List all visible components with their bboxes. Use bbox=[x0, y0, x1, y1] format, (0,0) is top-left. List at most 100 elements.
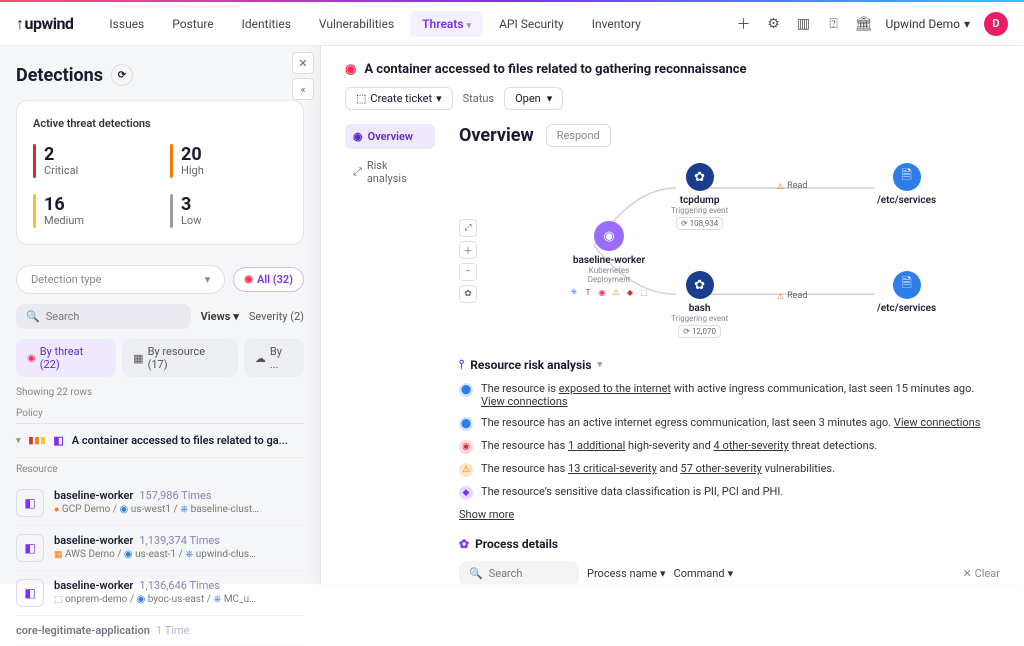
create-ticket-button[interactable]: ⬚Create ticket▾ bbox=[345, 87, 453, 110]
chevron-down-icon: ▾ bbox=[467, 21, 472, 31]
nav-threats[interactable]: Threats▾ bbox=[410, 11, 483, 37]
chart-icon: ⫯ bbox=[459, 357, 464, 372]
nav-vulnerabilities[interactable]: Vulnerabilities bbox=[307, 11, 406, 37]
onprem-icon: ⬚ bbox=[54, 595, 63, 605]
expand-icon[interactable]: ⤢ bbox=[459, 219, 477, 237]
resource-row[interactable]: ◧ baseline-worker157,986 Times ● GCP Dem… bbox=[16, 481, 304, 526]
nav-issues[interactable]: Issues bbox=[97, 11, 156, 37]
org-switcher[interactable]: Upwind Demo▾ bbox=[886, 17, 970, 31]
warning-icon: ⚠ bbox=[777, 292, 784, 301]
stat-medium[interactable]: 16Medium bbox=[33, 194, 150, 228]
edge-label: ⚠Read bbox=[777, 291, 807, 301]
table-header-resource: Resource bbox=[16, 458, 304, 481]
nav-inventory[interactable]: Inventory bbox=[580, 11, 653, 37]
all-filter-pill[interactable]: ◉All (32) bbox=[233, 267, 304, 292]
attack-graph[interactable]: ⤢ ＋ − ✿ ◉ baseline-worker Kubernetes Dep… bbox=[459, 159, 1000, 339]
graph-node-file[interactable]: 🗎 /etc/services bbox=[877, 271, 936, 314]
container-icon: ◧ bbox=[53, 434, 63, 447]
process-name-filter[interactable]: Process name ▾ bbox=[587, 567, 666, 580]
gcp-icon: ● bbox=[54, 505, 59, 515]
tab-by-resource[interactable]: ▦By resource (17) bbox=[122, 339, 238, 377]
cloud-icon: ☁ bbox=[255, 352, 266, 365]
process-section-heading: ✿Process details bbox=[459, 537, 1000, 551]
stat-high[interactable]: 20High bbox=[170, 144, 287, 178]
shield-icon: ◉ bbox=[244, 274, 253, 285]
graph-node-bash[interactable]: ✿ bash Triggering event ⟳ 12,070 bbox=[671, 271, 728, 338]
tab-by-threat[interactable]: ◉By threat (22) bbox=[16, 339, 116, 377]
resource-icon: ◧ bbox=[16, 534, 44, 562]
view-connections-link[interactable]: View connections bbox=[481, 395, 568, 408]
stat-low[interactable]: 3Low bbox=[170, 194, 287, 228]
zoom-out-icon[interactable]: − bbox=[459, 263, 477, 281]
detection-type-select[interactable]: Detection type▾ bbox=[16, 265, 225, 294]
resource-icon: ◧ bbox=[16, 489, 44, 517]
data-icon: ◆ bbox=[459, 486, 473, 500]
chevron-down-icon: ▾ bbox=[547, 92, 553, 105]
file-icon: 🗎 bbox=[893, 163, 921, 191]
tab-by-other[interactable]: ☁By ... bbox=[244, 339, 304, 377]
collapse-icon[interactable]: « bbox=[292, 78, 314, 100]
search-icon: 🔍 bbox=[469, 567, 483, 580]
layout-icon[interactable]: ▥ bbox=[796, 16, 812, 32]
user-avatar[interactable]: D bbox=[984, 12, 1008, 36]
settings-icon[interactable]: ✿ bbox=[459, 285, 477, 303]
show-more-link[interactable]: Show more bbox=[459, 508, 514, 521]
clear-filters-button[interactable]: ✕ Clear bbox=[963, 567, 1000, 580]
shield-icon: ◉ bbox=[459, 440, 473, 454]
nav-identities[interactable]: Identities bbox=[230, 11, 303, 37]
status-select[interactable]: Open▾ bbox=[504, 87, 563, 110]
nav-api-security[interactable]: API Security bbox=[487, 11, 576, 37]
stat-critical[interactable]: 2Critical bbox=[33, 144, 150, 178]
views-button[interactable]: Views ▾ bbox=[201, 310, 239, 323]
graph-node-tcpdump[interactable]: ✿ tcpdump Triggering event ⟳ 108,934 bbox=[671, 163, 728, 230]
respond-button[interactable]: Respond bbox=[546, 124, 611, 147]
risk-item: ⚠The resource has 13 critical-severity a… bbox=[459, 462, 1000, 477]
plus-icon[interactable]: ＋ bbox=[736, 16, 752, 32]
zoom-in-icon[interactable]: ＋ bbox=[459, 241, 477, 259]
nav-posture[interactable]: Posture bbox=[160, 11, 225, 37]
graph-node-file[interactable]: 🗎 /etc/services bbox=[877, 163, 936, 206]
command-filter[interactable]: Command ▾ bbox=[674, 567, 734, 580]
detail-title: ◉A container accessed to files related t… bbox=[345, 62, 1000, 77]
tab-risk-analysis[interactable]: ⤢Risk analysis bbox=[345, 153, 435, 191]
chevron-down-icon: ▾ bbox=[205, 273, 211, 286]
resource-row[interactable]: core-legitimate-application1 Time bbox=[16, 616, 304, 646]
tab-overview[interactable]: ◉Overview bbox=[345, 124, 435, 149]
gear-icon: ✿ bbox=[686, 271, 714, 299]
search-input[interactable]: 🔍Search bbox=[16, 304, 191, 329]
detail-nav: ◉Overview ⤢Risk analysis bbox=[345, 124, 435, 584]
gear-icon: ✿ bbox=[459, 537, 469, 551]
globe-icon: ⬤ bbox=[459, 417, 473, 431]
edge-label: ⚠Read bbox=[777, 181, 807, 191]
view-connections-link[interactable]: View connections bbox=[894, 416, 981, 429]
header-actions: ＋ ⚙ ▥ ⍰ 🏛 Upwind Demo▾ D bbox=[736, 12, 1008, 36]
chart-icon: ⤢ bbox=[353, 165, 362, 179]
page-title: Detections ⟳ bbox=[16, 64, 304, 86]
detections-panel: ✕ « Detections ⟳ Active threat detection… bbox=[0, 46, 320, 584]
shield-icon: ◉ bbox=[345, 62, 356, 77]
resource-row[interactable]: ◧ baseline-worker1,136,646 Times ⬚ onpre… bbox=[16, 571, 304, 616]
chevron-down-icon: ▾ bbox=[597, 360, 602, 370]
eye-icon: ◉ bbox=[353, 130, 363, 143]
status-label: Status bbox=[463, 92, 494, 105]
risk-item: ◉The resource has 1 additional high-seve… bbox=[459, 439, 1000, 454]
resource-icon: ◧ bbox=[16, 579, 44, 607]
resource-row[interactable]: ◧ baseline-worker1,139,374 Times ▦ AWS D… bbox=[16, 526, 304, 571]
refresh-icon[interactable]: ⟳ bbox=[111, 64, 133, 86]
risk-section-heading: ⫯Resource risk analysis▾ bbox=[459, 357, 1000, 372]
search-icon: 🔍 bbox=[26, 310, 40, 323]
detection-row[interactable]: ▾ ▮▮▮ ◧ A container accessed to files re… bbox=[16, 424, 304, 458]
severity-filter[interactable]: Severity (2) bbox=[249, 310, 304, 323]
graph-node-root[interactable]: ◉ baseline-worker Kubernetes Deployment … bbox=[569, 221, 649, 297]
row-count: Showing 22 rows bbox=[16, 387, 304, 398]
close-icon[interactable]: ✕ bbox=[292, 52, 314, 74]
gear-icon[interactable]: ⚙ bbox=[766, 16, 782, 32]
brand-logo: upwind bbox=[16, 14, 73, 34]
process-search-input[interactable]: 🔍Search bbox=[459, 561, 579, 584]
risk-item: ◆The resource's sensitive data classific… bbox=[459, 485, 1000, 500]
gear-icon: ✿ bbox=[686, 163, 714, 191]
warning-icon: ⚠ bbox=[459, 463, 473, 477]
risk-item: ⬤The resource is exposed to the internet… bbox=[459, 382, 1000, 408]
org-icon[interactable]: 🏛 bbox=[856, 16, 872, 32]
help-icon[interactable]: ⍰ bbox=[826, 16, 842, 32]
